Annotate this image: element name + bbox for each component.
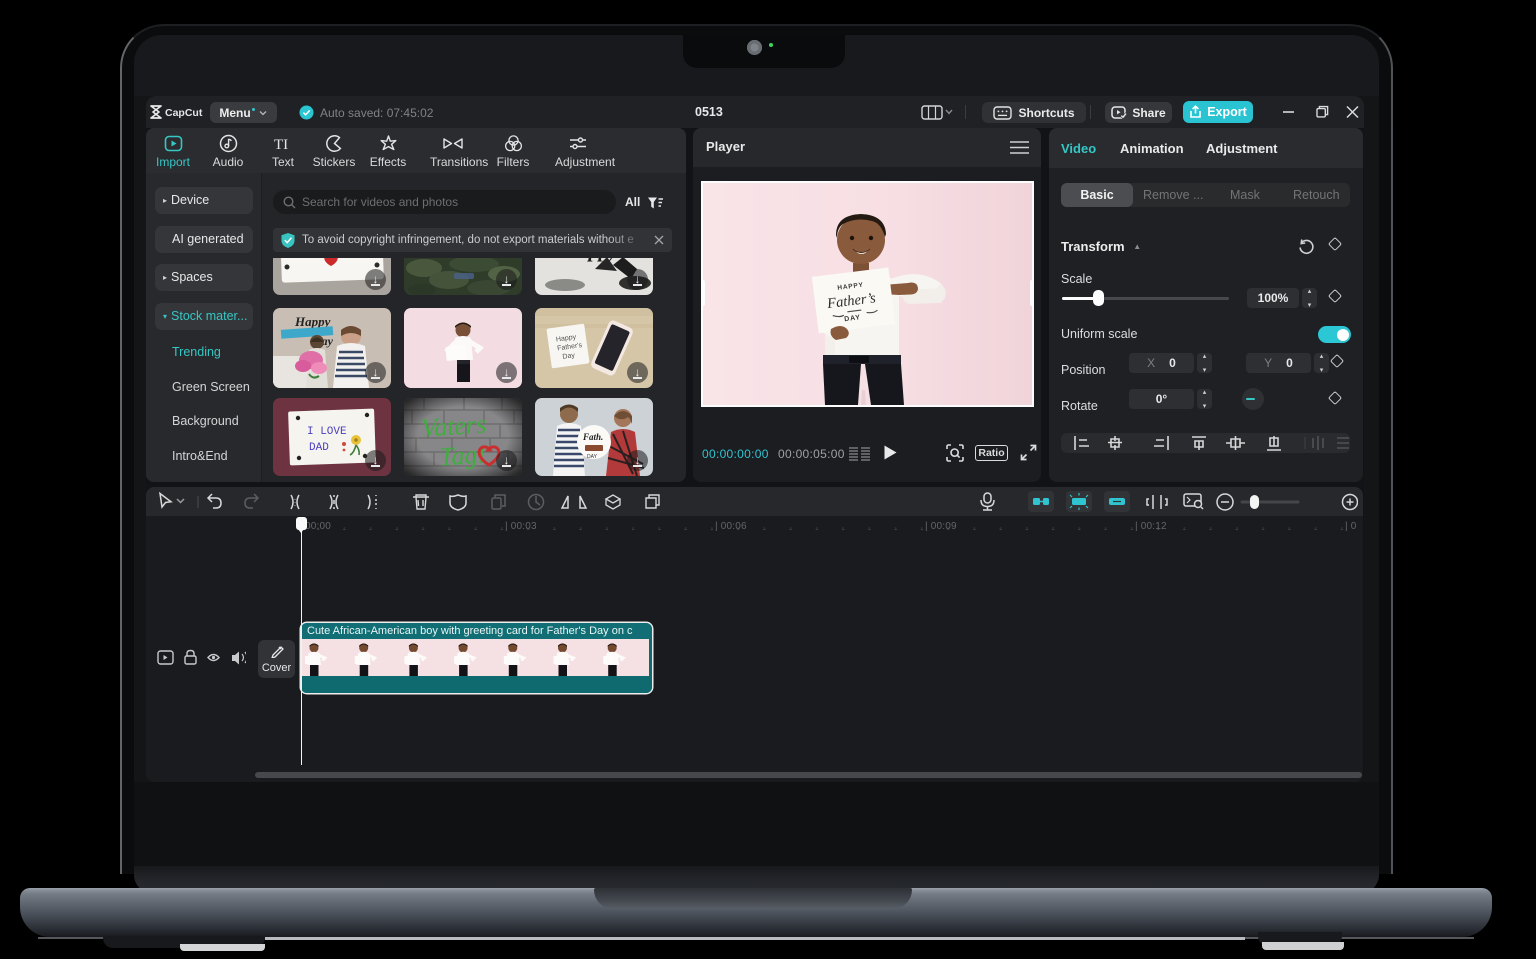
svg-text:DAY: DAY (587, 454, 598, 460)
svg-text:CapCut: CapCut (165, 107, 203, 119)
svg-text:DAD: DAD (309, 442, 329, 454)
svg-text:I LOVE: I LOVE (307, 426, 347, 438)
svg-text:TI: TI (274, 137, 288, 153)
svg-text:Fath.: Fath. (582, 432, 603, 442)
svg-text:Vaters: Vaters (420, 409, 487, 442)
